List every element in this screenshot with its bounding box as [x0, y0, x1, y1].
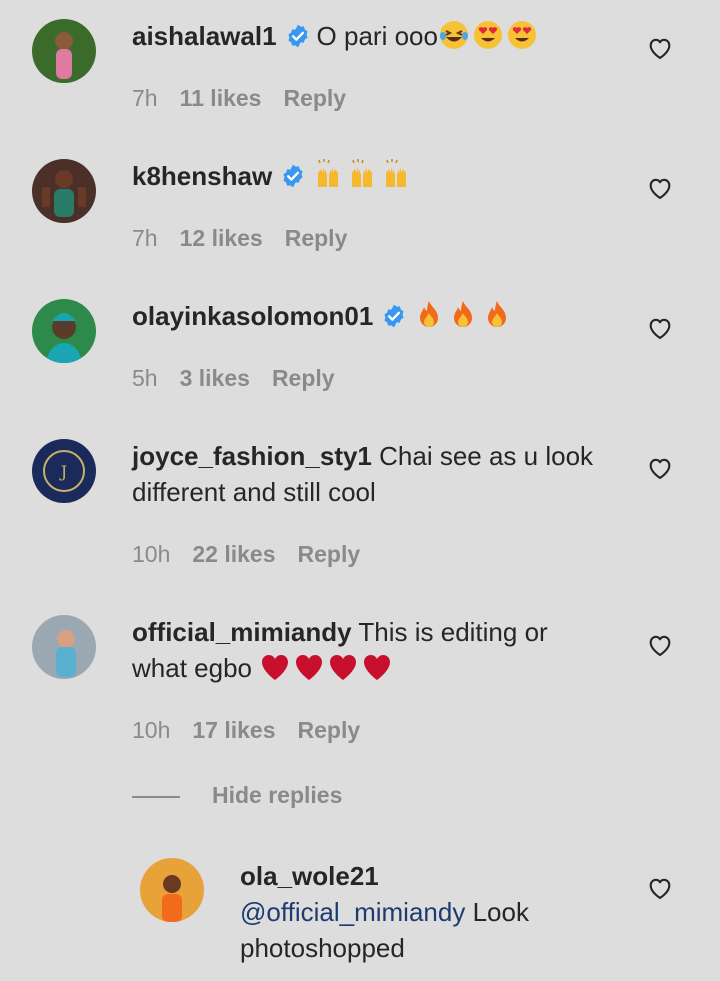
- fire-emoji-icon: [481, 299, 513, 331]
- like-heart-icon[interactable]: [646, 34, 674, 62]
- comment-text: olayinkasolomon01: [132, 298, 515, 334]
- comment-body-line1: This is editing or: [358, 617, 548, 647]
- username[interactable]: ola_wole21: [240, 858, 529, 894]
- red-heart-emoji-icon: [259, 651, 291, 683]
- timestamp: 7h: [132, 85, 158, 111]
- avatar[interactable]: [32, 615, 96, 679]
- timestamp: 10h: [132, 541, 171, 567]
- username[interactable]: joyce_fashion_sty1: [132, 441, 372, 471]
- verified-badge-icon: [285, 23, 311, 49]
- red-heart-emoji-icon: [327, 651, 359, 683]
- timestamp: 7h: [132, 225, 158, 251]
- reply-button[interactable]: Reply: [298, 717, 361, 743]
- like-heart-icon[interactable]: [646, 454, 674, 482]
- likes-count[interactable]: 3 likes: [180, 365, 250, 391]
- raised-hands-emoji-icon: [346, 159, 378, 191]
- username[interactable]: aishalawal1: [132, 21, 277, 51]
- mention-link[interactable]: @official_mimiandy: [240, 897, 465, 927]
- timestamp: 5h: [132, 365, 158, 391]
- hide-replies-divider: [132, 796, 180, 798]
- comment-meta: 7h 12 likes Reply: [132, 224, 369, 252]
- comment-meta: 5h 3 likes Reply: [132, 364, 357, 392]
- username[interactable]: k8henshaw: [132, 161, 272, 191]
- reply-button[interactable]: Reply: [272, 365, 335, 391]
- comment-text: official_mimiandy This is editing or wha…: [132, 614, 548, 686]
- verified-badge-icon: [280, 163, 306, 189]
- avatar[interactable]: J: [32, 439, 96, 503]
- laughing-tears-emoji-icon: [438, 19, 470, 51]
- comment-text: aishalawal1 O pari ooo: [132, 18, 540, 54]
- comment-meta: 10h 17 likes Reply: [132, 716, 382, 744]
- likes-count[interactable]: 12 likes: [180, 225, 263, 251]
- fire-emoji-icon: [413, 299, 445, 331]
- avatar[interactable]: [140, 858, 204, 922]
- like-heart-icon[interactable]: [646, 314, 674, 342]
- reply-button[interactable]: Reply: [298, 541, 361, 567]
- reply-button[interactable]: Reply: [283, 85, 346, 111]
- svg-text:J: J: [59, 462, 67, 481]
- raised-hands-emoji-icon: [312, 159, 344, 191]
- timestamp: 10h: [132, 717, 171, 743]
- username[interactable]: olayinkasolomon01: [132, 301, 373, 331]
- avatar[interactable]: [32, 299, 96, 363]
- avatar[interactable]: [32, 159, 96, 223]
- comment-body-line2: photoshopped: [240, 933, 405, 963]
- comment-body-line1: Look: [472, 897, 529, 927]
- red-heart-emoji-icon: [293, 651, 325, 683]
- red-heart-emoji-icon: [361, 651, 393, 683]
- avatar[interactable]: [32, 19, 96, 83]
- raised-hands-emoji-icon: [380, 159, 412, 191]
- fire-emoji-icon: [447, 299, 479, 331]
- comment-text: joyce_fashion_sty1 Chai see as u look di…: [132, 438, 593, 510]
- comment-meta: 10h 22 likes Reply: [132, 540, 382, 568]
- comment-meta: 7h 11 likes Reply: [132, 84, 368, 112]
- hide-replies-button[interactable]: Hide replies: [212, 782, 342, 809]
- likes-count[interactable]: 11 likes: [180, 85, 262, 111]
- comment-body-line2: what egbo: [132, 653, 252, 683]
- comment-text: k8henshaw: [132, 158, 414, 194]
- heart-eyes-emoji-icon: [472, 19, 504, 51]
- comment-text: ola_wole21 @official_mimiandy Look photo…: [240, 858, 529, 966]
- comment-body: O pari ooo: [316, 21, 438, 51]
- username[interactable]: official_mimiandy: [132, 617, 352, 647]
- comment-body-line1: Chai see as u look: [379, 441, 594, 471]
- like-heart-icon[interactable]: [646, 631, 674, 659]
- comment-body-line2: different and still cool: [132, 477, 376, 507]
- like-heart-icon[interactable]: [646, 174, 674, 202]
- heart-eyes-emoji-icon: [506, 19, 538, 51]
- verified-badge-icon: [381, 303, 407, 329]
- likes-count[interactable]: 17 likes: [192, 717, 275, 743]
- reply-button[interactable]: Reply: [285, 225, 348, 251]
- like-heart-icon[interactable]: [646, 874, 674, 902]
- likes-count[interactable]: 22 likes: [192, 541, 275, 567]
